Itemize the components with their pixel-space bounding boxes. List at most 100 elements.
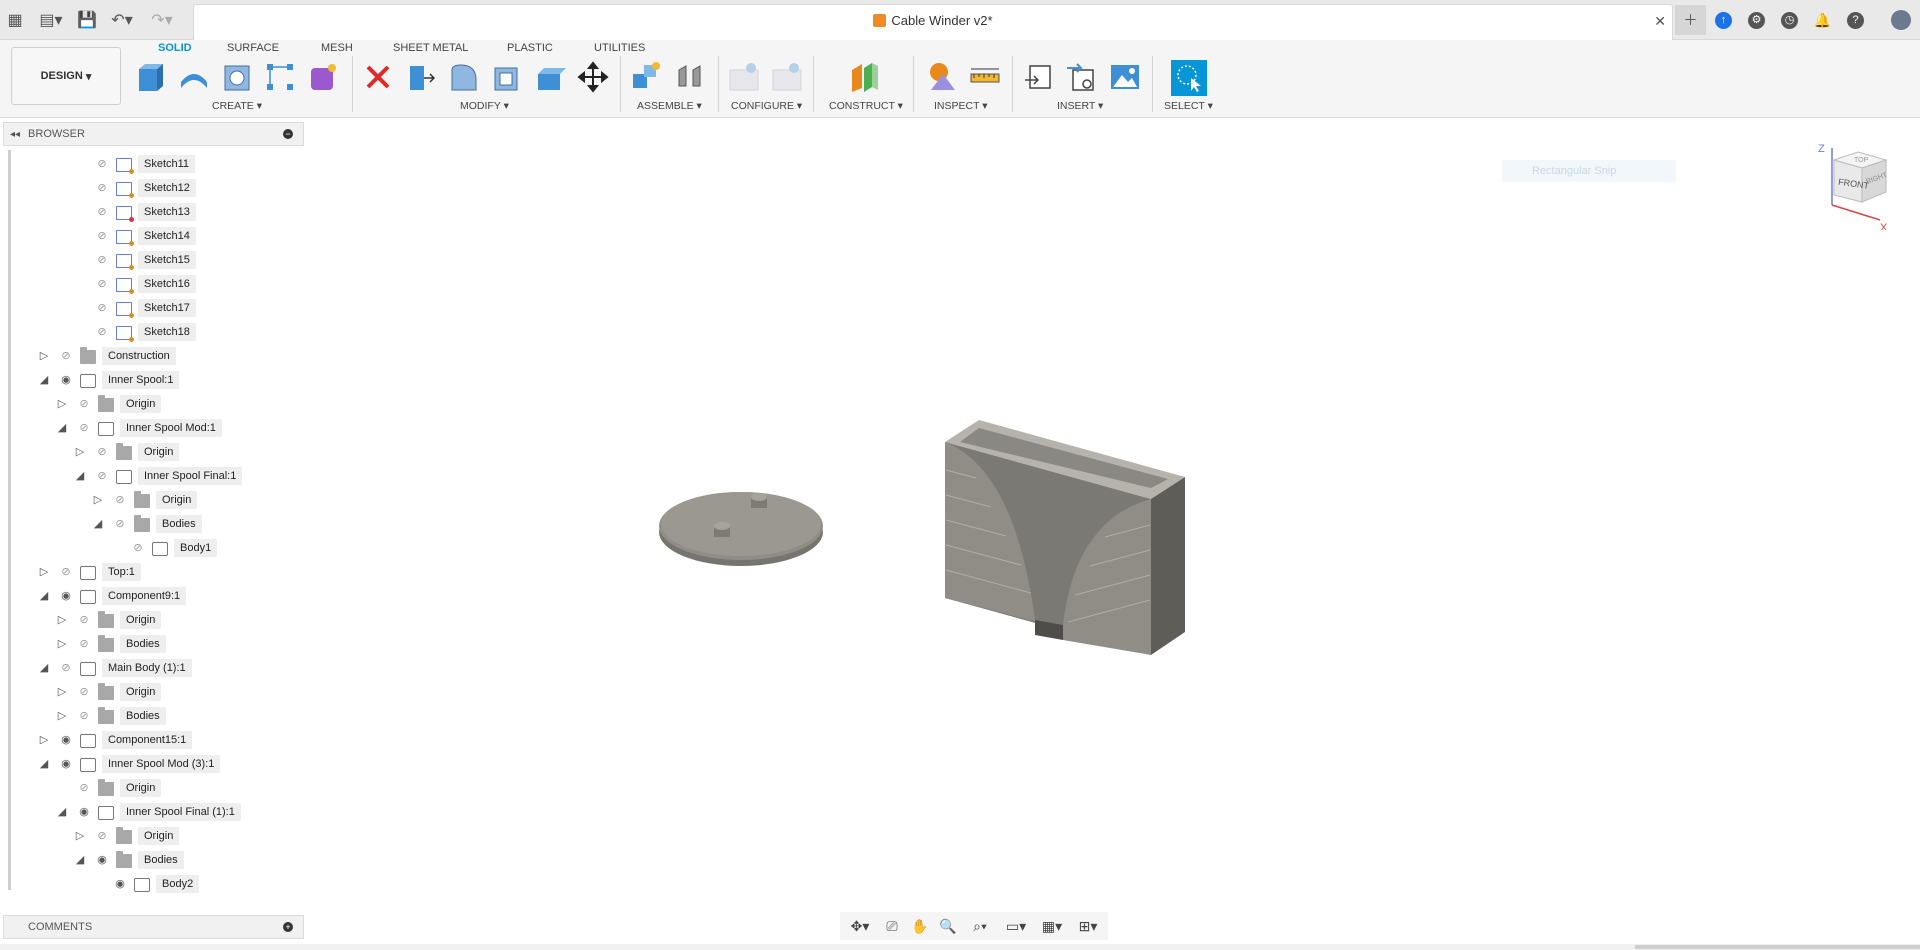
visibility-eye-icon[interactable]: ◉ xyxy=(58,758,74,770)
browser-node-origin[interactable]: ▷ ⊘ Origin xyxy=(0,683,300,702)
browser-node-body2[interactable]: ◉ Body2 xyxy=(0,875,300,894)
move-copy-icon[interactable] xyxy=(576,60,610,94)
browser-node-bodies[interactable]: ▷ ⊘ Bodies xyxy=(0,635,300,654)
configure-table-icon[interactable] xyxy=(727,60,761,94)
construct-menu[interactable]: CONSTRUCT ▾ xyxy=(829,100,903,112)
assemble-menu[interactable]: ASSEMBLE ▾ xyxy=(637,100,702,112)
collapse-arrow-icon[interactable]: ◢ xyxy=(38,374,50,386)
offset-plane-icon[interactable] xyxy=(848,60,882,94)
file-menu-icon[interactable]: ▤▾ xyxy=(30,5,72,35)
save-icon[interactable]: 💾 xyxy=(72,5,102,35)
browser-node-inner-spool-mod-1[interactable]: ◢ ⊘ Inner Spool Mod:1 xyxy=(0,419,300,438)
browser-node-body1[interactable]: ⊘ Body1 xyxy=(0,539,300,558)
browser-node-origin[interactable]: ▷ ⊘ Origin xyxy=(0,611,300,630)
notifications-bell-icon[interactable]: 🔔 xyxy=(1807,5,1838,35)
visibility-eye-icon[interactable]: ⊘ xyxy=(76,638,92,650)
visibility-eye-icon[interactable]: ⊘ xyxy=(112,494,128,506)
visibility-eye-icon[interactable]: ⊘ xyxy=(58,350,74,362)
browser-node-sketch16[interactable]: ⊘ Sketch16 xyxy=(0,275,300,294)
expand-arrow-icon[interactable]: ▷ xyxy=(38,566,50,578)
fit-zoom-icon[interactable]: ⌕▾ xyxy=(964,915,996,937)
visibility-eye-icon[interactable]: ⊘ xyxy=(94,302,110,314)
insert-link-icon[interactable] xyxy=(1065,60,1099,94)
browser-node-main-body-1-1[interactable]: ◢ ⊘ Main Body (1):1 xyxy=(0,659,300,678)
add-comment-icon[interactable]: + xyxy=(283,922,293,932)
visibility-eye-icon[interactable]: ⊘ xyxy=(94,830,110,842)
expand-arrow-icon[interactable]: ▷ xyxy=(74,446,86,458)
expand-arrow-icon[interactable]: ▷ xyxy=(56,398,68,410)
revolve-icon[interactable] xyxy=(220,60,254,94)
view-cube[interactable]: Z X FRONT RIGHT TOP xyxy=(1810,140,1910,230)
help-icon[interactable]: ? xyxy=(1840,5,1871,35)
comments-panel-header[interactable]: COMMENTS + xyxy=(3,915,304,939)
fillet-icon[interactable] xyxy=(447,60,481,94)
visibility-eye-icon[interactable]: ⊘ xyxy=(76,686,92,698)
collapse-arrow-icon[interactable]: ◢ xyxy=(56,806,68,818)
zoom-icon[interactable]: 🔍 xyxy=(936,915,960,937)
spool-holder-model[interactable] xyxy=(945,420,1185,655)
browser-node-sketch11[interactable]: ⊘ Sketch11 xyxy=(0,155,300,174)
browser-node-origin[interactable]: ⊘ Origin xyxy=(0,779,300,798)
visibility-eye-icon[interactable]: ⊘ xyxy=(130,542,146,554)
browser-node-origin[interactable]: ▷ ⊘ Origin xyxy=(0,827,300,846)
viewports-icon[interactable]: ⊞▾ xyxy=(1072,915,1104,937)
expand-arrow-icon[interactable]: ▷ xyxy=(38,734,50,746)
visibility-eye-icon[interactable]: ⊘ xyxy=(76,422,92,434)
browser-node-inner-spool-final-1[interactable]: ◢ ⊘ Inner Spool Final:1 xyxy=(0,467,300,486)
avatar[interactable] xyxy=(1885,5,1916,35)
redo-icon[interactable]: ↷▾ xyxy=(142,5,182,35)
horizontal-scrollbar[interactable] xyxy=(0,944,1920,950)
insert-canvas-icon[interactable] xyxy=(1108,60,1142,94)
expand-arrow-icon[interactable]: ▷ xyxy=(74,830,86,842)
browser-node-sketch17[interactable]: ⊘ Sketch17 xyxy=(0,299,300,318)
visibility-eye-icon[interactable]: ⊘ xyxy=(94,326,110,338)
collapse-arrow-icon[interactable]: ◢ xyxy=(38,590,50,602)
browser-node-component9-1[interactable]: ◢ ◉ Component9:1 xyxy=(0,587,300,606)
interference-icon[interactable] xyxy=(925,60,959,94)
configure-rule-icon[interactable] xyxy=(770,60,804,94)
clock-icon[interactable]: ◷ xyxy=(1774,5,1805,35)
insert-menu[interactable]: INSERT ▾ xyxy=(1057,100,1103,112)
visibility-eye-icon[interactable]: ⊘ xyxy=(94,446,110,458)
collapse-arrow-icon[interactable]: ◢ xyxy=(74,470,86,482)
collapse-panel-icon[interactable]: ◂◂ xyxy=(10,129,20,140)
collapse-arrow-icon[interactable]: ◢ xyxy=(38,662,50,674)
browser-node-sketch12[interactable]: ⊘ Sketch12 xyxy=(0,179,300,198)
collapse-arrow-icon[interactable]: ◢ xyxy=(74,854,86,866)
select-menu[interactable]: SELECT ▾ xyxy=(1164,100,1213,112)
document-tab[interactable]: Cable Winder v2* ✕ xyxy=(193,4,1673,40)
extrude-icon[interactable] xyxy=(177,60,211,94)
visibility-eye-icon[interactable]: ⊘ xyxy=(112,518,128,530)
job-status-icon[interactable]: ↑ xyxy=(1708,5,1739,35)
select-icon[interactable] xyxy=(1171,60,1207,96)
shell-icon[interactable] xyxy=(490,60,524,94)
expand-arrow-icon[interactable]: ▷ xyxy=(56,710,68,722)
browser-node-sketch18[interactable]: ⊘ Sketch18 xyxy=(0,323,300,342)
visibility-eye-icon[interactable]: ⊘ xyxy=(94,182,110,194)
browser-node-origin[interactable]: ▷ ⊘ Origin xyxy=(0,491,300,510)
undo-icon[interactable]: ↶▾ xyxy=(102,5,142,35)
scrollbar-thumb[interactable] xyxy=(1635,945,1920,949)
configure-menu[interactable]: CONFIGURE ▾ xyxy=(731,100,802,112)
browser-node-sketch14[interactable]: ⊘ Sketch14 xyxy=(0,227,300,246)
disc-model[interactable] xyxy=(659,492,823,566)
measure-icon[interactable] xyxy=(968,60,1002,94)
visibility-eye-icon[interactable]: ⊘ xyxy=(76,782,92,794)
tab-solid[interactable]: SOLID xyxy=(150,38,200,56)
browser-panel-header[interactable]: ◂◂ BROWSER − xyxy=(3,122,304,146)
create-menu[interactable]: CREATE ▾ xyxy=(212,100,262,112)
close-icon[interactable]: ✕ xyxy=(1654,13,1666,30)
press-pull-icon[interactable] xyxy=(404,60,438,94)
workspace-switcher[interactable]: DESIGN ▾ xyxy=(11,47,121,105)
browser-node-bodies[interactable]: ▷ ⊘ Bodies xyxy=(0,707,300,726)
tab-plastic[interactable]: PLASTIC xyxy=(507,42,553,54)
new-tab-plus-icon[interactable]: ＋ xyxy=(1675,5,1706,35)
expand-arrow-icon[interactable]: ▷ xyxy=(56,638,68,650)
browser-node-inner-spool-1[interactable]: ◢ ◉ Inner Spool:1 xyxy=(0,371,300,390)
expand-arrow-icon[interactable]: ▷ xyxy=(38,350,50,362)
offset-face-icon[interactable] xyxy=(533,60,567,94)
visibility-eye-icon[interactable]: ◉ xyxy=(76,806,92,818)
browser-node-inner-spool-final-1-1[interactable]: ◢ ◉ Inner Spool Final (1):1 xyxy=(0,803,300,822)
visibility-eye-icon[interactable]: ⊘ xyxy=(58,662,74,674)
visibility-eye-icon[interactable]: ◉ xyxy=(94,854,110,866)
